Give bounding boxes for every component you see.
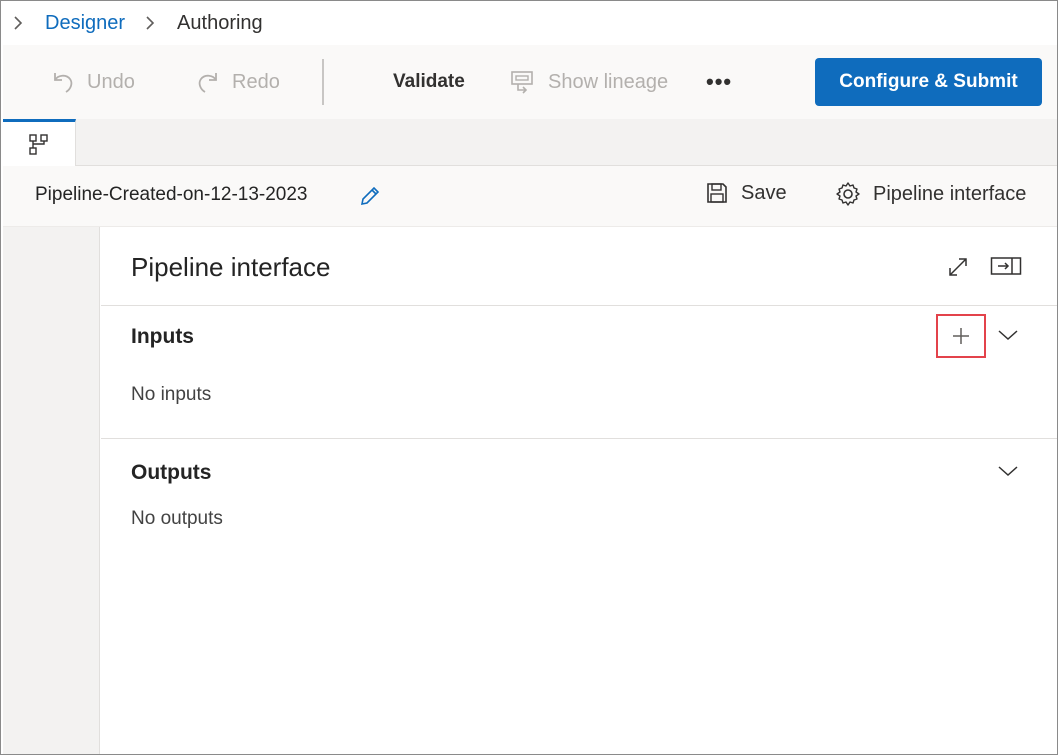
gear-icon [836, 182, 860, 206]
more-options-button[interactable]: ••• [706, 62, 732, 102]
chevron-right-icon [145, 16, 159, 30]
chevron-right-icon [13, 16, 27, 30]
save-icon [707, 183, 727, 203]
breadcrumb-designer-link[interactable]: Designer [45, 12, 125, 35]
breadcrumb-current: Authoring [177, 11, 263, 34]
add-input-button[interactable] [936, 314, 986, 358]
toolbar: Undo Redo Validate Show lineage ••• Conf… [3, 45, 1057, 119]
redo-icon [198, 73, 217, 93]
show-lineage-button[interactable]: Show lineage [510, 62, 668, 102]
lineage-icon [511, 71, 533, 94]
show-lineage-label: Show lineage [548, 70, 669, 93]
app-window: Designer Authoring Undo Redo Validate Sh… [0, 0, 1058, 755]
validate-button[interactable]: Validate [393, 62, 465, 102]
redo-button[interactable]: Redo [196, 62, 280, 102]
toolbar-divider [322, 59, 324, 105]
breadcrumb: Designer Authoring [1, 1, 1057, 45]
chevron-down-icon[interactable] [997, 464, 1019, 483]
outputs-title: Outputs [131, 461, 212, 484]
panel-title: Pipeline interface [131, 252, 331, 282]
dock-panel-icon[interactable] [990, 256, 1022, 281]
pipeline-name: Pipeline-Created-on-12-13-2023 [35, 184, 308, 205]
chevron-down-icon[interactable] [997, 328, 1019, 347]
divider [101, 305, 1057, 306]
pipeline-interface-label: Pipeline interface [873, 182, 1027, 205]
divider [101, 438, 1057, 439]
save-button[interactable]: Save [705, 181, 787, 205]
tab-pipeline-graph[interactable] [3, 119, 76, 166]
pencil-icon[interactable] [358, 184, 382, 213]
redo-label: Redo [232, 70, 280, 93]
inputs-empty-text: No inputs [131, 384, 212, 405]
pipeline-graph-icon [29, 134, 48, 155]
canvas-area [3, 227, 100, 754]
pipeline-interface-panel: Pipeline interface Inputs No inputs Outp… [101, 227, 1057, 754]
pipeline-interface-button[interactable]: Pipeline interface [835, 181, 1026, 207]
undo-icon [54, 73, 73, 93]
undo-button[interactable]: Undo [51, 62, 135, 102]
tab-strip [3, 119, 1057, 166]
inputs-title: Inputs [131, 325, 194, 348]
outputs-empty-text: No outputs [131, 508, 223, 529]
expand-icon[interactable] [946, 255, 970, 284]
pipeline-header: Pipeline-Created-on-12-13-2023 Save Pipe… [3, 166, 1057, 227]
configure-submit-button[interactable]: Configure & Submit [815, 58, 1042, 106]
plus-icon [953, 328, 969, 344]
save-label: Save [741, 181, 787, 204]
more-icon: ••• [706, 69, 733, 94]
undo-label: Undo [87, 70, 135, 93]
